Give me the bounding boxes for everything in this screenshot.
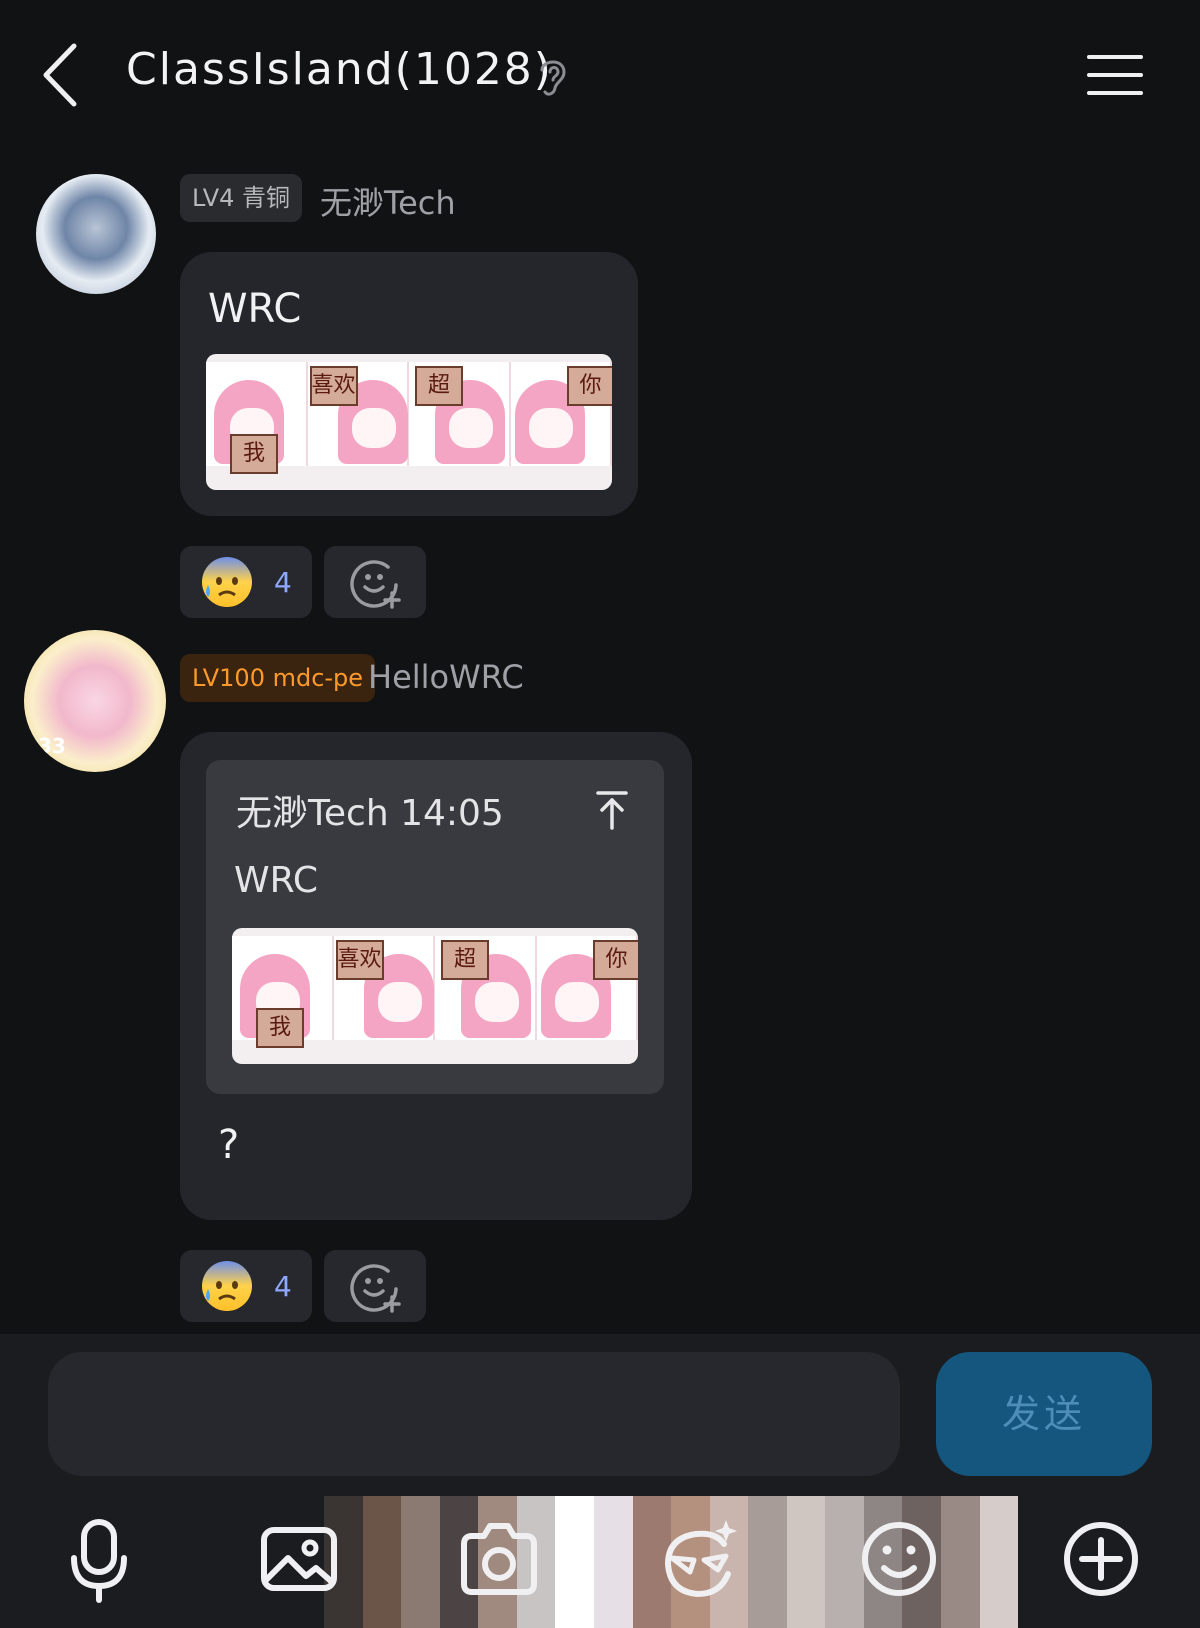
reaction-chip[interactable]: 4 [180,1250,312,1322]
level-badge: LV4 青铜 [180,174,303,222]
anxious-sweat-face-emoji [202,1261,252,1311]
message-bubble[interactable]: 无渺Tech 14:05 WRC 我 喜欢 超 你 ? [180,732,692,1220]
sticker-panel: 你 [536,936,638,1040]
sticker-panel: 喜欢 [333,936,435,1040]
ear-icon[interactable] [536,54,570,98]
message-bubble[interactable]: WRC 我 喜欢 超 你 [180,252,638,516]
add-reaction-button[interactable] [324,1250,426,1322]
plus-circle-icon[interactable] [1056,1514,1146,1604]
reaction-count: 4 [274,1269,292,1303]
sticker-panel: 我 [206,362,308,474]
message-text: ? [218,1122,240,1168]
sticker-panel: 超 [409,362,511,466]
image-icon[interactable] [254,1514,344,1604]
reaction-row: 4 [180,546,426,618]
avatar-frame-badge: 33 [38,734,66,758]
hamburger-menu-icon[interactable] [1086,52,1144,98]
sticker-panel: 你 [510,362,612,466]
quote-text: WRC [234,860,318,901]
sticker-sign: 我 [230,434,278,474]
add-reaction-icon [350,1264,401,1313]
emoji-smile-icon[interactable] [854,1514,944,1604]
arrow-up-to-line-icon[interactable] [596,790,628,830]
sticker-sign: 超 [415,366,463,406]
sticker-ai-icon[interactable] [654,1514,744,1604]
sticker-image[interactable]: 我 喜欢 超 你 [206,354,612,490]
sticker-panel: 喜欢 [307,362,409,466]
sticker-panel: 超 [435,936,537,1040]
chevron-left-icon[interactable] [40,42,84,108]
add-reaction-icon [350,560,401,609]
send-button[interactable]: 发送 [936,1352,1152,1476]
avatar[interactable] [36,174,156,294]
reaction-chip[interactable]: 4 [180,546,312,618]
sticker-sign: 超 [441,940,489,980]
sender-name[interactable]: 无渺Tech [320,178,456,224]
chat-title[interactable]: ClassIsland(1028) [126,44,553,95]
quote-header: 无渺Tech 14:05 [236,793,504,834]
chat-screen: ClassIsland(1028) LV4 青铜 无渺Tech WRC 我 喜欢 [0,0,1200,1628]
avatar[interactable]: 33 [24,630,166,772]
add-reaction-button[interactable] [324,546,426,618]
sender-name[interactable]: HelloWRC [368,658,524,696]
message-text: WRC [208,286,302,332]
camera-icon[interactable] [454,1514,544,1604]
anxious-sweat-face-emoji [202,557,252,607]
level-badge: LV100 mdc-pe [180,654,376,702]
composer-toolbar [0,1496,1200,1628]
reaction-count: 4 [274,565,292,599]
sticker-image[interactable]: 我 喜欢 超 你 [232,928,638,1064]
sticker-sign: 你 [592,940,638,980]
sticker-sign: 喜欢 [309,366,358,406]
sticker-sign: 你 [566,366,612,406]
composer: 发送 [0,1334,1200,1628]
sticker-sign: 我 [256,1008,304,1048]
sticker-panel: 我 [232,936,334,1048]
message-input[interactable] [48,1352,900,1476]
microphone-icon[interactable] [54,1514,144,1604]
reaction-row: 4 [180,1250,426,1322]
quoted-message[interactable]: 无渺Tech 14:05 WRC 我 喜欢 超 你 [206,760,664,1094]
chat-header: ClassIsland(1028) [0,0,1200,150]
sticker-sign: 喜欢 [335,940,384,980]
